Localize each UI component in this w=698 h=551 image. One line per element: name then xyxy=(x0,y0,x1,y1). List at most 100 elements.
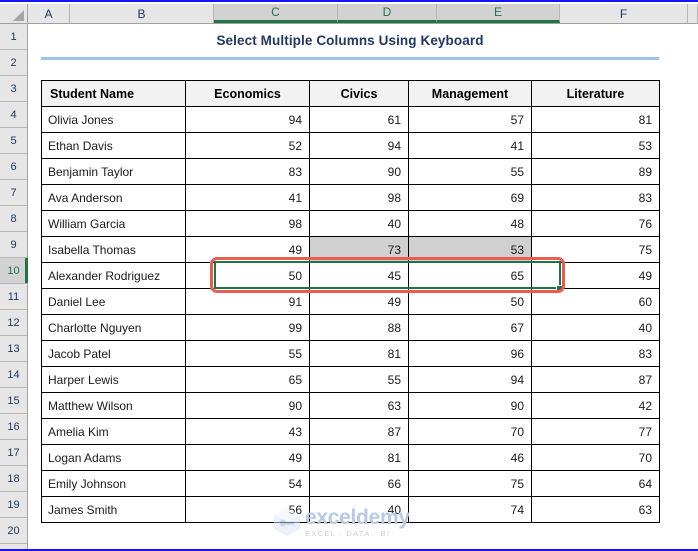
row-header-10[interactable]: 10 xyxy=(0,258,28,284)
cell-b18[interactable]: Logan Adams xyxy=(41,444,186,471)
column-header-e[interactable]: E xyxy=(437,4,560,23)
cell-c20[interactable]: 56 xyxy=(185,496,310,523)
cell-f14[interactable]: 83 xyxy=(531,340,660,367)
row-header-6[interactable]: 6 xyxy=(0,154,27,180)
cell-f18[interactable]: 70 xyxy=(531,444,660,471)
row-header-1[interactable]: 1 xyxy=(0,24,27,50)
column-header-b[interactable]: B xyxy=(70,4,214,23)
cell-b17[interactable]: Amelia Kim xyxy=(41,418,186,445)
column-header-c[interactable]: C xyxy=(214,4,338,23)
table-row[interactable]: Harper Lewis 65 55 94 87 xyxy=(41,366,660,393)
cell-c7[interactable]: 83 xyxy=(185,158,310,185)
table-row[interactable]: Amelia Kim 43 87 70 77 xyxy=(41,418,660,445)
cell-c13[interactable]: 99 xyxy=(185,314,310,341)
cell-d20[interactable]: 40 xyxy=(309,496,409,523)
row-header-4[interactable]: 4 xyxy=(0,102,27,128)
row-header-15[interactable]: 15 xyxy=(0,388,27,414)
cell-d18[interactable]: 81 xyxy=(309,444,409,471)
cell-d13[interactable]: 88 xyxy=(309,314,409,341)
cell-b9[interactable]: William Garcia xyxy=(41,210,186,237)
cell-c10-active[interactable]: 49 xyxy=(185,236,310,263)
row-header-14[interactable]: 14 xyxy=(0,362,27,388)
cell-c15[interactable]: 65 xyxy=(185,366,310,393)
cell-d8[interactable]: 98 xyxy=(309,184,409,211)
cell-b11[interactable]: Alexander Rodriguez xyxy=(41,262,186,289)
cell-d6[interactable]: 94 xyxy=(309,132,409,159)
cell-c11[interactable]: 50 xyxy=(185,262,310,289)
cell-e18[interactable]: 46 xyxy=(408,444,532,471)
cell-b19[interactable]: Emily Johnson xyxy=(41,470,186,497)
cell-c18[interactable]: 49 xyxy=(185,444,310,471)
cell-d14[interactable]: 81 xyxy=(309,340,409,367)
cell-f20[interactable]: 63 xyxy=(531,496,660,523)
table-row[interactable]: Logan Adams 49 81 46 70 xyxy=(41,444,660,471)
cell-e14[interactable]: 96 xyxy=(408,340,532,367)
select-all-corner-icon[interactable] xyxy=(0,4,28,23)
cell-e9[interactable]: 48 xyxy=(408,210,532,237)
cell-f10[interactable]: 75 xyxy=(531,236,660,263)
cell-f6[interactable]: 53 xyxy=(531,132,660,159)
cell-c16[interactable]: 90 xyxy=(185,392,310,419)
table-row-selected[interactable]: Isabella Thomas 49 73 53 75 xyxy=(41,236,660,263)
cell-e15[interactable]: 94 xyxy=(408,366,532,393)
cell-b15[interactable]: Harper Lewis xyxy=(41,366,186,393)
table-row[interactable]: Ava Anderson 41 98 69 83 xyxy=(41,184,660,211)
cell-c6[interactable]: 52 xyxy=(185,132,310,159)
cell-e6[interactable]: 41 xyxy=(408,132,532,159)
table-row[interactable]: Charlotte Nguyen 99 88 67 40 xyxy=(41,314,660,341)
cell-e20[interactable]: 74 xyxy=(408,496,532,523)
row-header-8[interactable]: 8 xyxy=(0,206,27,232)
cell-b10[interactable]: Isabella Thomas xyxy=(41,236,186,263)
fill-handle[interactable] xyxy=(556,285,563,292)
table-row[interactable]: Ethan Davis 52 94 41 53 xyxy=(41,132,660,159)
cell-b5[interactable]: Olivia Jones xyxy=(41,106,186,133)
column-header-g[interactable] xyxy=(688,4,698,23)
cell-e19[interactable]: 75 xyxy=(408,470,532,497)
row-header-19[interactable]: 19 xyxy=(0,492,27,518)
table-row[interactable]: Alexander Rodriguez 50 45 65 49 xyxy=(41,262,660,289)
cell-d10-selected[interactable]: 73 xyxy=(309,236,409,263)
row-header-12[interactable]: 12 xyxy=(0,310,27,336)
row-header-13[interactable]: 13 xyxy=(0,336,27,362)
cell-b20[interactable]: James Smith xyxy=(41,496,186,523)
cell-b7[interactable]: Benjamin Taylor xyxy=(41,158,186,185)
cell-f16[interactable]: 42 xyxy=(531,392,660,419)
cell-e12[interactable]: 50 xyxy=(408,288,532,315)
cell-b16[interactable]: Matthew Wilson xyxy=(41,392,186,419)
row-header-11[interactable]: 11 xyxy=(0,284,27,310)
cell-e13[interactable]: 67 xyxy=(408,314,532,341)
row-header-20[interactable]: 20 xyxy=(0,518,27,544)
cell-b6[interactable]: Ethan Davis xyxy=(41,132,186,159)
column-header-a[interactable]: A xyxy=(28,4,70,23)
row-header-17[interactable]: 17 xyxy=(0,440,27,466)
cell-f11[interactable]: 49 xyxy=(531,262,660,289)
cell-d12[interactable]: 49 xyxy=(309,288,409,315)
column-header-d[interactable]: D xyxy=(338,4,437,23)
cell-f9[interactable]: 76 xyxy=(531,210,660,237)
cell-f19[interactable]: 64 xyxy=(531,470,660,497)
table-row[interactable]: William Garcia 98 40 48 76 xyxy=(41,210,660,237)
row-header-21[interactable]: 21 xyxy=(0,544,27,549)
cell-d5[interactable]: 61 xyxy=(309,106,409,133)
cell-d9[interactable]: 40 xyxy=(309,210,409,237)
cell-d15[interactable]: 55 xyxy=(309,366,409,393)
table-row[interactable]: Jacob Patel 55 81 96 83 xyxy=(41,340,660,367)
cell-c19[interactable]: 54 xyxy=(185,470,310,497)
cell-e7[interactable]: 55 xyxy=(408,158,532,185)
table-row[interactable]: Olivia Jones 94 61 57 81 xyxy=(41,106,660,133)
cell-d11[interactable]: 45 xyxy=(309,262,409,289)
column-header-f[interactable]: F xyxy=(560,4,688,23)
table-row[interactable]: Emily Johnson 54 66 75 64 xyxy=(41,470,660,497)
cell-b8[interactable]: Ava Anderson xyxy=(41,184,186,211)
cell-f8[interactable]: 83 xyxy=(531,184,660,211)
cell-f13[interactable]: 40 xyxy=(531,314,660,341)
table-row[interactable]: James Smith 56 40 74 63 xyxy=(41,496,660,523)
cell-e16[interactable]: 90 xyxy=(408,392,532,419)
row-header-2[interactable]: 2 xyxy=(0,50,27,76)
cell-e11[interactable]: 65 xyxy=(408,262,532,289)
row-header-7[interactable]: 7 xyxy=(0,180,27,206)
cell-c12[interactable]: 91 xyxy=(185,288,310,315)
table-row[interactable]: Benjamin Taylor 83 90 55 89 xyxy=(41,158,660,185)
cell-f7[interactable]: 89 xyxy=(531,158,660,185)
cell-f12[interactable]: 60 xyxy=(531,288,660,315)
